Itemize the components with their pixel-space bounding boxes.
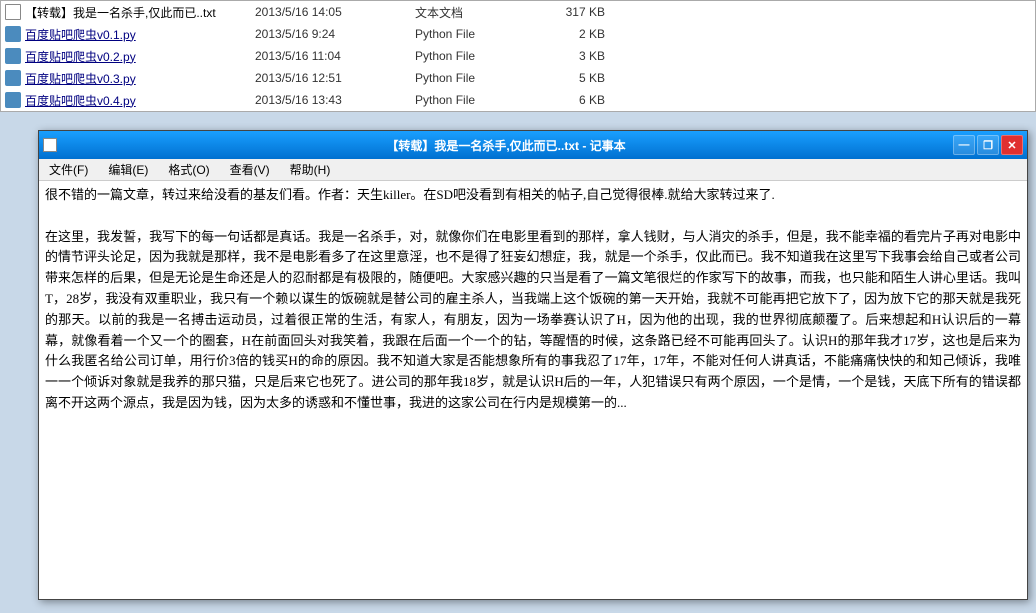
menu-file[interactable]: 文件(F) <box>43 160 94 179</box>
notepad-content-area[interactable]: 很不错的一篇文章，转过来给没看的基友们看。作者：天生killer。在SD吧没看到… <box>39 181 1027 599</box>
file-size: 5 KB <box>525 71 605 85</box>
notepad-title: 【转载】我是一名杀手,仅此而已..txt - 记事本 <box>59 137 953 154</box>
file-type: Python File <box>405 71 525 85</box>
restore-button[interactable]: ❐ <box>977 135 999 155</box>
file-date: 2013/5/16 11:04 <box>245 49 405 63</box>
file-row[interactable]: 【转载】我是一名杀手,仅此而已..txt 2013/5/16 14:05 文本文… <box>1 1 1035 23</box>
menu-help[interactable]: 帮助(H) <box>284 160 337 179</box>
file-name: 百度贴吧爬虫v0.2.py <box>25 48 245 65</box>
py-file-icon <box>5 26 21 42</box>
file-type: 文本文档 <box>405 4 525 21</box>
file-row[interactable]: 百度贴吧爬虫v0.1.py 2013/5/16 9:24 Python File… <box>1 23 1035 45</box>
py-file-icon <box>5 70 21 86</box>
file-name: 百度贴吧爬虫v0.3.py <box>25 70 245 87</box>
file-size: 2 KB <box>525 27 605 41</box>
file-size: 3 KB <box>525 49 605 63</box>
menu-edit[interactable]: 编辑(E) <box>102 160 154 179</box>
file-date: 2013/5/16 14:05 <box>245 5 405 19</box>
file-size: 317 KB <box>525 5 605 19</box>
py-file-icon <box>5 92 21 108</box>
notepad-app-icon <box>43 138 57 152</box>
file-explorer: 【转载】我是一名杀手,仅此而已..txt 2013/5/16 14:05 文本文… <box>0 0 1036 112</box>
file-type: Python File <box>405 49 525 63</box>
file-date: 2013/5/16 13:43 <box>245 93 405 107</box>
file-name: 百度贴吧爬虫v0.4.py <box>25 92 245 109</box>
file-row[interactable]: 百度贴吧爬虫v0.4.py 2013/5/16 13:43 Python Fil… <box>1 89 1035 111</box>
file-row[interactable]: 百度贴吧爬虫v0.2.py 2013/5/16 11:04 Python Fil… <box>1 45 1035 67</box>
py-file-icon <box>5 48 21 64</box>
file-name: 百度贴吧爬虫v0.1.py <box>25 26 245 43</box>
titlebar-controls: — ❐ ✕ <box>953 135 1023 155</box>
txt-file-icon <box>5 4 21 20</box>
menu-format[interactable]: 格式(O) <box>162 160 215 179</box>
file-row[interactable]: 百度贴吧爬虫v0.3.py 2013/5/16 12:51 Python Fil… <box>1 67 1035 89</box>
notepad-menubar: 文件(F) 编辑(E) 格式(O) 查看(V) 帮助(H) <box>39 159 1027 181</box>
close-button[interactable]: ✕ <box>1001 135 1023 155</box>
file-size: 6 KB <box>525 93 605 107</box>
file-name: 【转载】我是一名杀手,仅此而已..txt <box>25 4 245 21</box>
notepad-titlebar: 【转载】我是一名杀手,仅此而已..txt - 记事本 — ❐ ✕ <box>39 131 1027 159</box>
file-date: 2013/5/16 12:51 <box>245 71 405 85</box>
file-date: 2013/5/16 9:24 <box>245 27 405 41</box>
menu-view[interactable]: 查看(V) <box>224 160 276 179</box>
file-type: Python File <box>405 93 525 107</box>
notepad-text: 很不错的一篇文章，转过来给没看的基友们看。作者：天生killer。在SD吧没看到… <box>45 185 1021 414</box>
minimize-button[interactable]: — <box>953 135 975 155</box>
notepad-window: 【转载】我是一名杀手,仅此而已..txt - 记事本 — ❐ ✕ 文件(F) 编… <box>38 130 1028 600</box>
file-type: Python File <box>405 27 525 41</box>
